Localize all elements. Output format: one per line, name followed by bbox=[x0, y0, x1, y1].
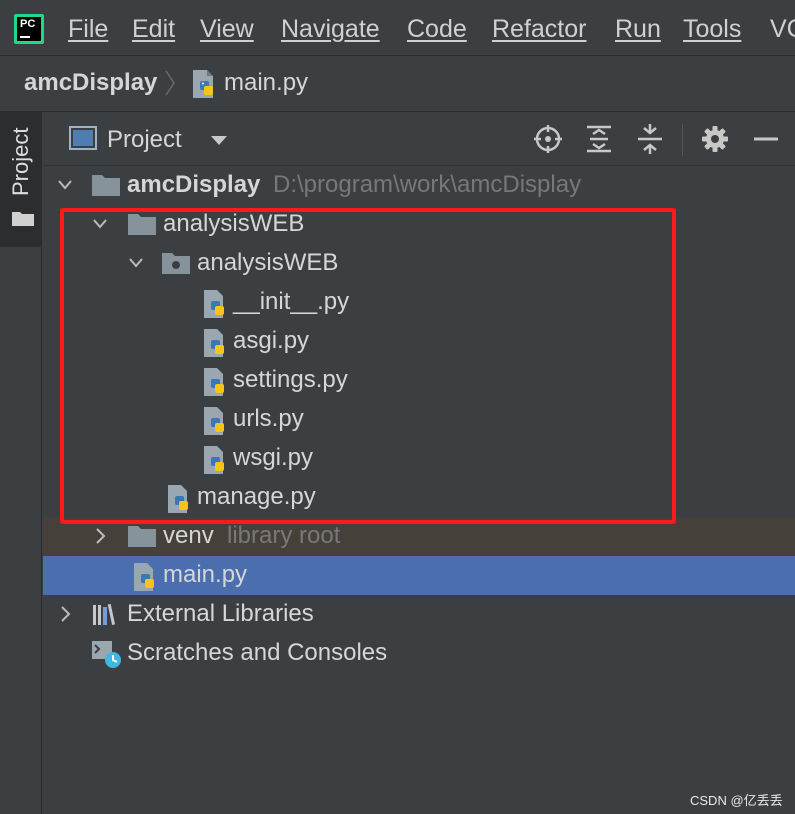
project-tool-window: Project amcDisplay D:\program\work\amcDi… bbox=[43, 112, 795, 814]
tree-item-label: wsgi.py bbox=[233, 444, 314, 471]
tree-item-label: venv bbox=[163, 522, 214, 549]
logo-text: PC bbox=[17, 17, 41, 41]
tree-item-label: settings.py bbox=[233, 366, 348, 393]
python-file-icon bbox=[204, 290, 224, 318]
project-panel-header: Project bbox=[43, 112, 795, 166]
minimize-icon[interactable] bbox=[751, 124, 781, 154]
menu-view[interactable]: View bbox=[200, 14, 254, 44]
locate-icon[interactable] bbox=[533, 124, 563, 154]
tree-item-label: analysisWEB bbox=[197, 249, 339, 276]
menu-bar: PC File Edit View Navigate Code Refactor… bbox=[0, 0, 795, 56]
breadcrumb-separator-icon bbox=[165, 70, 175, 96]
folder-icon bbox=[128, 214, 156, 235]
library-icon bbox=[93, 603, 116, 625]
menu-refactor[interactable]: Refactor bbox=[492, 14, 586, 44]
project-tree: amcDisplay D:\program\work\amcDisplay an… bbox=[43, 166, 795, 814]
menu-code[interactable]: Code bbox=[407, 14, 467, 44]
python-file-icon bbox=[204, 446, 224, 474]
python-file-icon bbox=[193, 70, 213, 98]
project-view-title[interactable]: Project bbox=[107, 126, 182, 154]
tree-item-scratches-and-consoles[interactable]: Scratches and Consoles bbox=[43, 634, 795, 673]
python-file-icon bbox=[204, 329, 224, 357]
menu-tools[interactable]: Tools bbox=[683, 14, 741, 44]
tree-item-venv[interactable]: venv library root bbox=[43, 517, 795, 556]
pycharm-logo-icon: PC bbox=[14, 14, 44, 44]
package-folder-icon bbox=[162, 253, 190, 274]
menu-vcs[interactable]: VC bbox=[770, 14, 795, 44]
expand-all-icon[interactable] bbox=[584, 124, 614, 154]
tree-item-label: manage.py bbox=[197, 483, 316, 510]
tree-item-init-py[interactable]: __init__.py bbox=[43, 283, 795, 322]
tree-item-hint: library root bbox=[227, 522, 341, 549]
tree-item-main-py[interactable]: main.py bbox=[43, 556, 795, 595]
project-view-icon bbox=[69, 126, 97, 150]
chevron-right-icon[interactable] bbox=[58, 606, 72, 622]
tree-item-label: main.py bbox=[163, 561, 248, 588]
tree-item-urls-py[interactable]: urls.py bbox=[43, 400, 795, 439]
menu-file[interactable]: File bbox=[68, 14, 108, 44]
folder-icon bbox=[12, 212, 34, 226]
tree-item-asgi-py[interactable]: asgi.py bbox=[43, 322, 795, 361]
folder-icon bbox=[128, 526, 156, 547]
tree-item-analysisweb-package[interactable]: analysisWEB bbox=[43, 244, 795, 283]
python-file-icon bbox=[204, 368, 224, 396]
tree-item-analysisweb[interactable]: analysisWEB bbox=[43, 205, 795, 244]
folder-icon bbox=[92, 175, 120, 196]
python-file-icon bbox=[168, 485, 188, 513]
tree-item-label: urls.py bbox=[233, 405, 304, 432]
menu-navigate[interactable]: Navigate bbox=[281, 14, 380, 44]
tree-item-label: External Libraries bbox=[127, 600, 314, 627]
project-tool-tab-label: Project bbox=[8, 127, 33, 196]
tree-item-label: Scratches and Consoles bbox=[127, 639, 388, 666]
tree-item-settings-py[interactable]: settings.py bbox=[43, 361, 795, 400]
breadcrumb-file[interactable]: main.py bbox=[224, 69, 308, 97]
project-tool-tab[interactable]: Project bbox=[0, 112, 42, 247]
view-selector-dropdown-icon[interactable] bbox=[211, 136, 227, 145]
python-file-icon bbox=[204, 407, 224, 435]
chevron-down-icon[interactable] bbox=[129, 255, 143, 271]
scratches-icon bbox=[92, 641, 121, 668]
tree-item-label: amcDisplay bbox=[127, 171, 261, 198]
breadcrumb-project[interactable]: amcDisplay bbox=[24, 69, 157, 97]
tree-item-label: __init__.py bbox=[233, 288, 350, 315]
tree-item-label: asgi.py bbox=[233, 327, 310, 354]
navigation-bar: amcDisplay main.py bbox=[0, 56, 795, 112]
chevron-right-icon[interactable] bbox=[93, 528, 107, 544]
chevron-down-icon[interactable] bbox=[58, 177, 72, 193]
menu-run[interactable]: Run bbox=[615, 14, 661, 44]
tree-item-path: D:\program\work\amcDisplay bbox=[273, 171, 582, 198]
gear-icon[interactable] bbox=[700, 124, 730, 154]
tree-item-label: analysisWEB bbox=[163, 210, 305, 237]
tree-item-amcdisplay[interactable]: amcDisplay D:\program\work\amcDisplay bbox=[43, 166, 795, 205]
left-tool-stripe: Project bbox=[0, 112, 42, 814]
tree-item-external-libraries[interactable]: External Libraries bbox=[43, 595, 795, 634]
watermark: CSDN @亿丢丢 bbox=[690, 793, 783, 808]
chevron-down-icon[interactable] bbox=[93, 216, 107, 232]
tree-item-manage-py[interactable]: manage.py bbox=[43, 478, 795, 517]
tree-item-wsgi-py[interactable]: wsgi.py bbox=[43, 439, 795, 478]
menu-edit[interactable]: Edit bbox=[132, 14, 175, 44]
python-file-icon bbox=[134, 563, 154, 591]
collapse-all-icon[interactable] bbox=[635, 124, 665, 154]
toolbar-separator bbox=[682, 124, 683, 156]
